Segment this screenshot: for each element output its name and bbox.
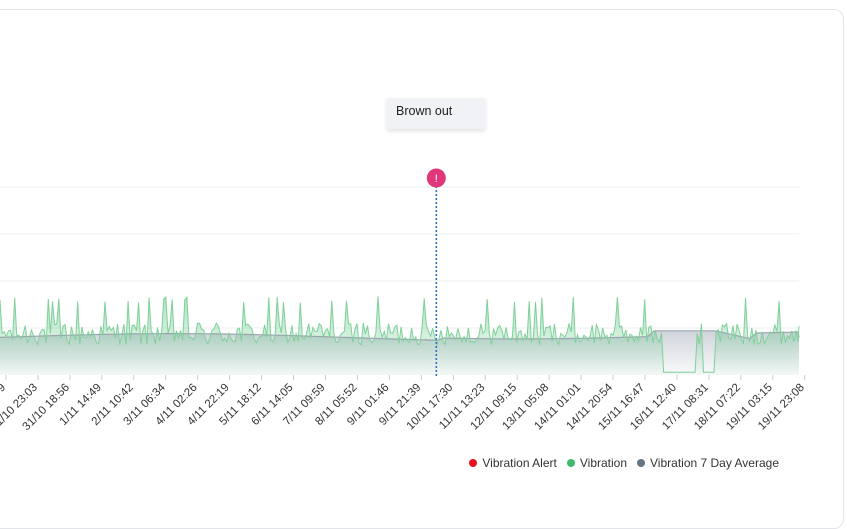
annotation-tooltip: Brown out — [387, 98, 485, 129]
annotation-marker-text: ! — [435, 173, 438, 185]
legend-label-vibration-alert: Vibration Alert — [482, 456, 557, 470]
series-layer — [0, 296, 800, 375]
legend-item-vibration-average[interactable]: Vibration 7 Day Average — [637, 456, 779, 470]
x-tick-label: 9 — [0, 382, 8, 395]
annotation-marker[interactable]: ! — [426, 168, 446, 188]
vibration-chart: ! 91/10 23:0331/10 18:561/11 14:492/11 1… — [0, 168, 807, 433]
x-axis-ticks: 91/10 23:0331/10 18:561/11 14:492/11 10:… — [0, 375, 807, 433]
legend-label-vibration-average: Vibration 7 Day Average — [650, 456, 779, 470]
legend-dot-vibration — [566, 459, 575, 467]
legend-dot-vibration-average — [637, 459, 646, 467]
legend-item-vibration-alert[interactable]: Vibration Alert — [469, 456, 557, 470]
legend: Vibration Alert Vibration Vibration 7 Da… — [469, 456, 779, 470]
grid-lines — [0, 186, 799, 329]
legend-dot-vibration-alert — [469, 459, 478, 467]
legend-label-vibration: Vibration — [579, 456, 628, 470]
legend-item-vibration[interactable]: Vibration — [566, 456, 628, 470]
